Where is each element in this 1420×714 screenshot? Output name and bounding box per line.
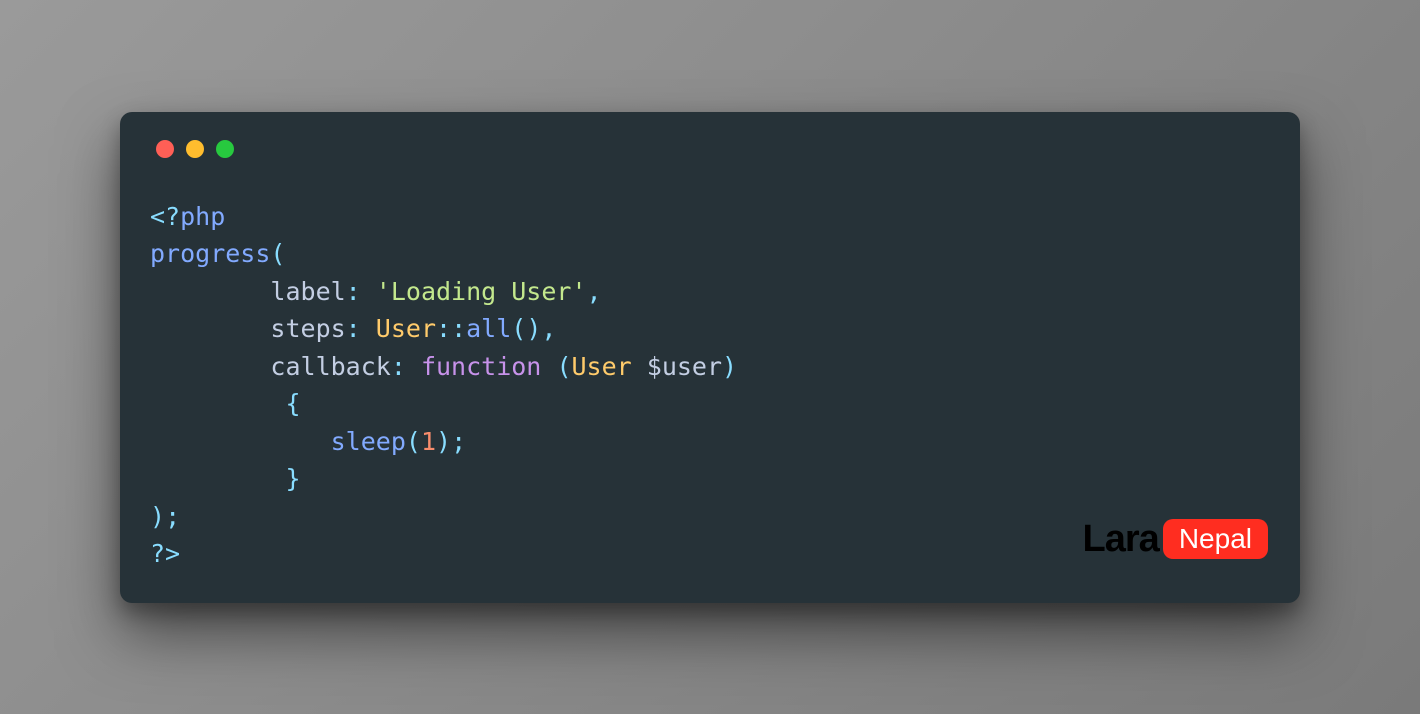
code-token: php <box>180 202 225 231</box>
code-token: all <box>466 314 511 343</box>
code-token: () <box>511 314 541 343</box>
code-token: callback <box>150 352 391 381</box>
code-token: ( <box>406 427 421 456</box>
close-icon[interactable] <box>156 140 174 158</box>
code-token: ) <box>150 502 165 531</box>
logo-text-lara: Lara <box>1083 518 1159 561</box>
code-token: , <box>541 314 556 343</box>
code-token: User <box>572 352 632 381</box>
code-window: <?php progress( label: 'Loading User', s… <box>120 112 1300 603</box>
code-token: function <box>421 352 541 381</box>
code-token: ?> <box>150 539 180 568</box>
code-token: ; <box>451 427 466 456</box>
code-token: ) <box>722 352 737 381</box>
code-token: ( <box>270 239 285 268</box>
logo-text-nepal: Nepal <box>1163 519 1268 559</box>
brand-logo: Lara Nepal <box>1083 518 1268 561</box>
code-token: sleep <box>331 427 406 456</box>
code-token: label <box>150 277 346 306</box>
code-block: <?php progress( label: 'Loading User', s… <box>150 198 1270 573</box>
code-token: steps <box>150 314 346 343</box>
code-token: ) <box>436 427 451 456</box>
code-token: : <box>346 314 361 343</box>
code-token: : <box>346 277 361 306</box>
code-token: User <box>376 314 436 343</box>
window-controls <box>150 140 1270 158</box>
maximize-icon[interactable] <box>216 140 234 158</box>
code-token: <? <box>150 202 180 231</box>
code-token: : <box>391 352 406 381</box>
code-token: ( <box>556 352 571 381</box>
code-token: { <box>150 389 301 418</box>
code-token: 1 <box>421 427 436 456</box>
code-token: , <box>587 277 602 306</box>
minimize-icon[interactable] <box>186 140 204 158</box>
code-token: 'Loading User' <box>376 277 587 306</box>
code-token: } <box>150 464 301 493</box>
code-token: $user <box>647 352 722 381</box>
code-token: ; <box>165 502 180 531</box>
code-token: progress <box>150 239 270 268</box>
code-token: :: <box>436 314 466 343</box>
